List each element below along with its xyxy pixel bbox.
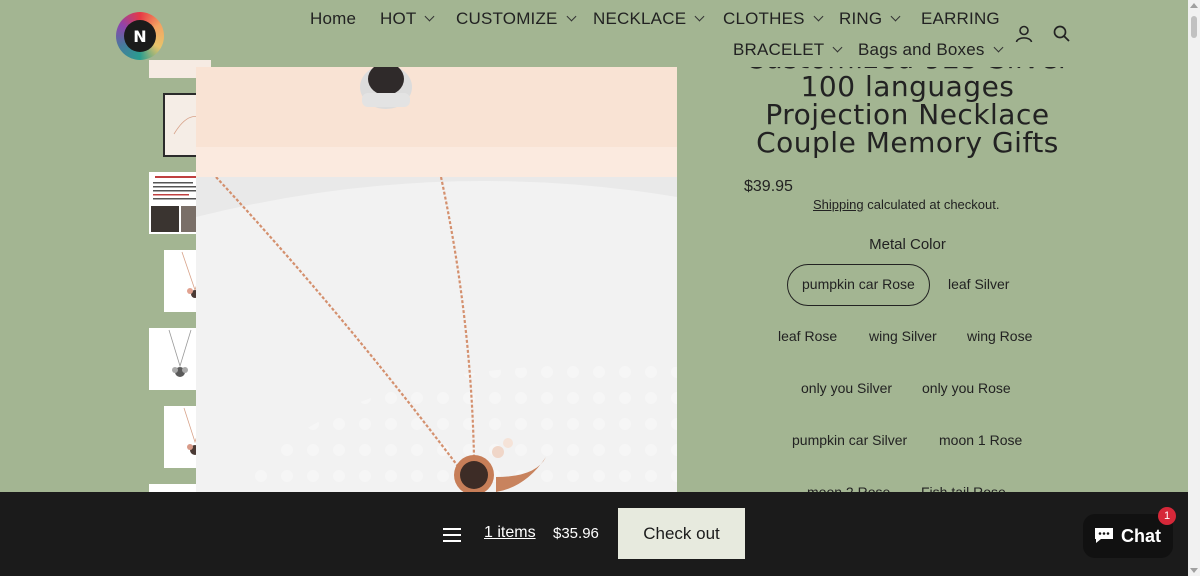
chevron-down-icon <box>993 42 1004 53</box>
shipping-note: Shipping calculated at checkout. <box>813 197 999 212</box>
checkout-button[interactable]: Check out <box>618 508 745 559</box>
menu-icon[interactable] <box>443 528 461 542</box>
scrollbar-thumb[interactable] <box>1191 16 1197 38</box>
logo-monogram-icon: N <box>124 20 156 52</box>
product-title-container: Customized 925 Silver 100 languages Proj… <box>720 67 1100 177</box>
scroll-up-arrow-icon[interactable] <box>1190 3 1198 8</box>
variant-wing-silver[interactable]: wing Silver <box>855 316 951 356</box>
nav-item-hot[interactable]: HOT <box>380 9 435 29</box>
store-logo[interactable]: N <box>116 12 164 60</box>
variant-leaf-rose[interactable]: leaf Rose <box>764 316 851 356</box>
chevron-down-icon <box>832 42 843 53</box>
cart-items-link[interactable]: 1 items <box>484 524 536 542</box>
chat-notification-badge: 1 <box>1158 507 1176 525</box>
shipping-link[interactable]: Shipping <box>813 197 864 212</box>
nav-item-bracelet[interactable]: BRACELET <box>733 40 843 60</box>
chevron-down-icon <box>890 11 901 22</box>
scroll-down-arrow-icon[interactable] <box>1190 568 1198 573</box>
user-icon[interactable] <box>1014 24 1034 44</box>
pendant-image-top <box>196 67 677 177</box>
variant-wing-rose[interactable]: wing Rose <box>953 316 1046 356</box>
variant-moon-1-rose[interactable]: moon 1 Rose <box>925 420 1036 460</box>
shipping-text: calculated at checkout. <box>863 197 1000 212</box>
nav-item-necklace[interactable]: NECKLACE <box>593 9 705 29</box>
cart-total: $35.96 <box>553 525 599 542</box>
chat-label: Chat <box>1121 526 1161 546</box>
nav-item-bags-and-boxes[interactable]: Bags and Boxes <box>858 40 1004 60</box>
nav-item-earring[interactable]: EARRING <box>921 9 1000 29</box>
nav-item-ring[interactable]: RING <box>839 9 901 29</box>
variant-pumpkin-car-rose[interactable]: pumpkin car Rose <box>787 264 930 306</box>
metal-color-label: Metal Color <box>869 236 946 253</box>
main-image-top <box>196 67 677 177</box>
chevron-down-icon <box>425 11 435 22</box>
main-product-image[interactable] <box>196 177 677 492</box>
chevron-down-icon <box>813 11 824 22</box>
page-scrollbar[interactable] <box>1188 0 1200 576</box>
nav-item-clothes[interactable]: CLOTHES <box>723 9 824 29</box>
variant-pumpkin-car-silver[interactable]: pumpkin car Silver <box>778 420 921 460</box>
nav-item-home[interactable]: Home <box>310 9 356 29</box>
variant-only-you-rose[interactable]: only you Rose <box>908 368 1025 408</box>
chevron-down-icon <box>694 11 705 22</box>
nav-item-customize[interactable]: CUSTOMIZE <box>456 9 577 29</box>
variant-leaf-silver[interactable]: leaf Silver <box>934 264 1023 304</box>
chevron-down-icon <box>566 11 577 22</box>
variant-only-you-silver[interactable]: only you Silver <box>787 368 906 408</box>
search-icon[interactable] <box>1052 24 1072 44</box>
product-price: $39.95 <box>744 178 793 195</box>
chat-bubble-icon <box>1095 528 1113 543</box>
necklace-image <box>196 177 677 492</box>
product-title: Customized 925 Silver 100 languages Proj… <box>745 67 1070 159</box>
